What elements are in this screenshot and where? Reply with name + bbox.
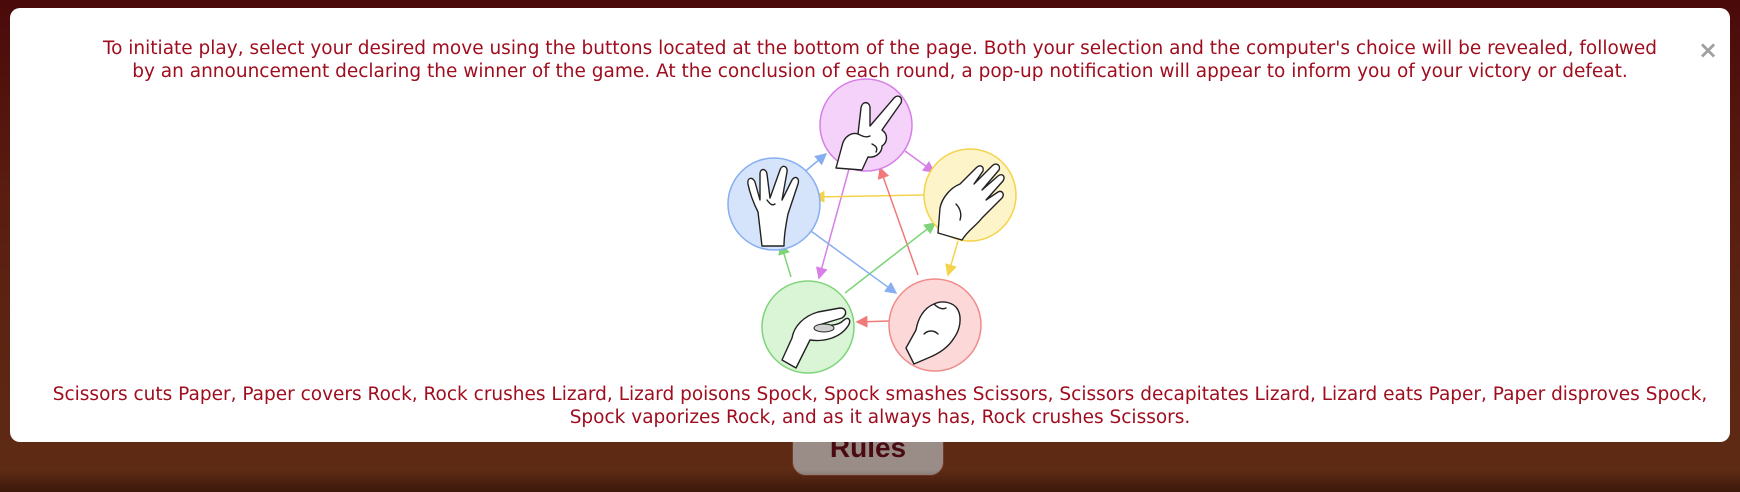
- paper-node: [923, 148, 1017, 242]
- arrow-rock-lizard: [855, 315, 890, 328]
- rock-node: [888, 278, 982, 372]
- arrow-paper-spock: [812, 190, 925, 203]
- spock-node: [727, 157, 821, 251]
- rules-modal: × To initiate play, select your desired …: [10, 8, 1730, 442]
- lizard-node: [761, 280, 855, 374]
- arrow-scissors-lizard: [816, 168, 850, 280]
- rules-summary-text: Scissors cuts Paper, Paper covers Rock, …: [52, 384, 1708, 428]
- page-bottom-shade: [0, 470, 1740, 492]
- arrow-paper-rock: [945, 240, 959, 277]
- arrow-rock-scissors: [877, 166, 919, 276]
- arrow-scissors-paper: [904, 150, 936, 173]
- scissors-node: [819, 78, 913, 172]
- rules-diagram: [727, 78, 1017, 374]
